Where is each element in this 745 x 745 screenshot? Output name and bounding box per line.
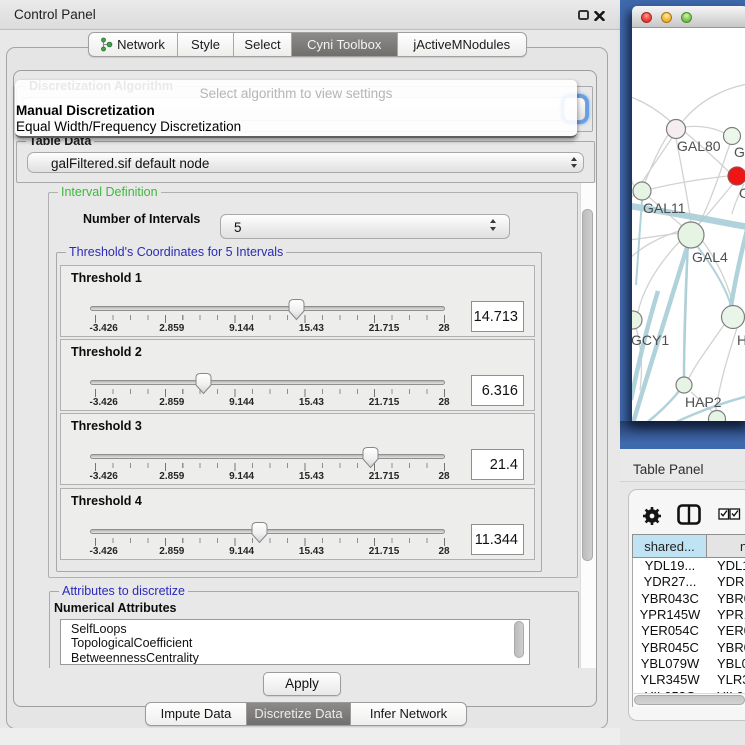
svg-text:GAL11: GAL11 <box>643 200 686 216</box>
svg-text:GAL4: GAL4 <box>692 249 728 265</box>
svg-text:GCY1: GCY1 <box>632 332 669 348</box>
svg-text:GAL80: GAL80 <box>677 138 721 154</box>
svg-text:HAP2: HAP2 <box>685 394 722 410</box>
svg-text:C: C <box>739 185 745 201</box>
svg-text:H: H <box>737 332 745 348</box>
svg-text:GA: GA <box>734 144 745 160</box>
